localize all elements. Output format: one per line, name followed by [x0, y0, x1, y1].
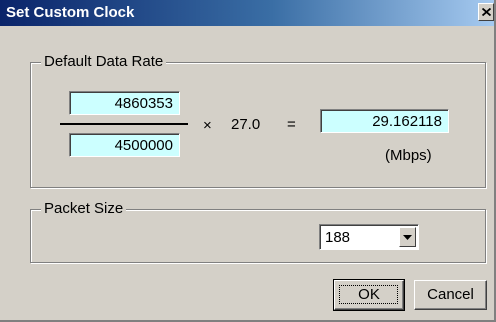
fraction-bar: [60, 123, 188, 125]
set-custom-clock-dialog: Set Custom Clock Default Data Rate 48603…: [0, 0, 496, 322]
packet-size-select[interactable]: 188: [319, 224, 419, 250]
close-button[interactable]: [478, 3, 494, 21]
numerator-field[interactable]: 4860353: [69, 91, 180, 115]
title-bar[interactable]: Set Custom Clock: [0, 0, 494, 26]
close-icon: [482, 8, 491, 16]
ok-button-label: OK: [358, 286, 380, 303]
packet-size-value: 188: [325, 229, 351, 246]
data-rate-unit: (Mbps): [385, 147, 432, 164]
packet-size-legend: Packet Size: [41, 200, 127, 217]
multiplier-value: 27.0: [231, 116, 261, 133]
cancel-button[interactable]: Cancel: [414, 280, 487, 310]
dialog-title: Set Custom Clock: [6, 4, 135, 21]
denominator-field[interactable]: 4500000: [69, 133, 180, 157]
multiply-sign: ×: [203, 117, 212, 134]
equals-sign: =: [287, 116, 296, 133]
chevron-down-icon: [403, 235, 412, 240]
cancel-button-label: Cancel: [427, 286, 474, 303]
data-rate-result-field[interactable]: 29.162118: [320, 109, 449, 133]
ok-button[interactable]: OK: [333, 279, 405, 311]
default-data-rate-legend: Default Data Rate: [41, 53, 167, 70]
packet-size-dropdown-button[interactable]: [399, 227, 416, 247]
